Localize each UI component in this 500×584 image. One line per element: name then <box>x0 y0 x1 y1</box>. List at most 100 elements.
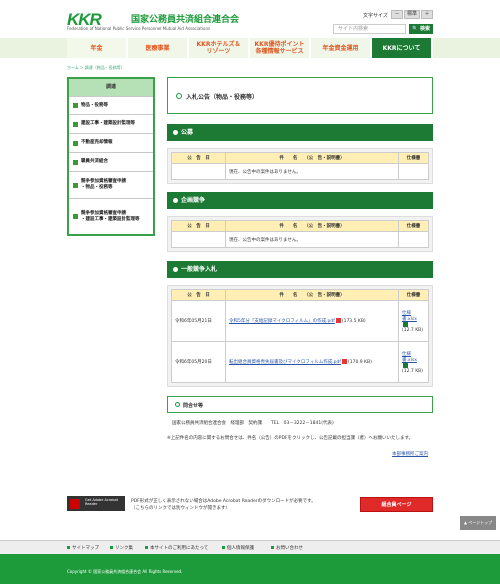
sidebar-item-goods[interactable]: 物品・役務等 <box>69 96 153 114</box>
footer-link-label: お問い合わせ <box>276 546 303 551</box>
col-spec: 仕様書 <box>398 220 429 232</box>
col-spec: 仕様書 <box>398 289 429 301</box>
kikaku-table-wrap: 公 告 日件 名 （公 告・説明書） 仕様書 現在、公告中の案件はありません。 <box>167 216 433 252</box>
page-title-box: 入札公告（物品・役務等） <box>167 77 433 114</box>
square-icon <box>73 159 78 165</box>
header: KKR 国家公務員共済組合連合会 Federation of National … <box>0 0 500 38</box>
bullet-icon <box>173 267 178 272</box>
inquiry-note: ※上記件名の内容に関するお問合せは、件名（公告）のPDFをクリックし、公告記載の… <box>167 436 414 441</box>
adobe-subtext: （こちらのリンクでは別ウィンドウが開きます） <box>131 506 230 511</box>
square-icon <box>73 214 78 219</box>
sidebar: 調達 物品・役務等 建設工事・建築設計監理等 不動産売却情報 職員共済組合 競争… <box>67 77 155 236</box>
section-title: 一般競争入札 <box>181 266 218 273</box>
row-name-cell: 転出組合員資格喪失届書及びマイクロフィルム作成.pdf (170.9 KB) <box>225 341 399 383</box>
adobe-text: PDF形式が正しく表示されない場合はAdobe Acrobat Readerのダ… <box>131 499 316 504</box>
adobe-label: Get Adobe Acrobat Reader <box>85 498 119 506</box>
sidebar-item-realestate[interactable]: 不動産売却情報 <box>69 133 153 152</box>
empty-cell <box>171 163 226 180</box>
nav-iryo[interactable]: 医療事業 <box>128 38 189 58</box>
file-size: (12.7 KB) <box>402 368 423 374</box>
excel-icon <box>403 321 408 327</box>
footer-link-contact[interactable]: お問い合わせ <box>271 545 303 551</box>
font-small-button[interactable]: － <box>391 10 403 19</box>
font-large-button[interactable]: ＋ <box>421 10 433 19</box>
inquiry-contact: 国家公務員共済組合連合会 経理部 契約課 TEL 03－3222－1841(代表… <box>172 421 334 426</box>
sidebar-item-label: 競争参加資格審査申請 ・建設工事・建築設計監理等 <box>81 210 140 222</box>
sidebar-item-label: 不動産売却情報 <box>81 140 113 145</box>
footer-link-sitemap[interactable]: サイトマップ <box>67 545 99 551</box>
spec-xlsx-link[interactable]: 仕様書.xlsx <box>402 352 417 363</box>
nav-points[interactable]: KKR優待ポイント 各種情報サービス <box>250 38 311 58</box>
global-nav: 年金 医療事業 KKRホテルズ＆ リゾーツ KKR優待ポイント 各種情報サービス… <box>67 38 433 58</box>
sidebar-item-label: 物品・役務等 <box>81 102 108 108</box>
sidebar-head: 調達 <box>69 79 153 96</box>
col-date: 公 告 日 <box>171 152 226 164</box>
square-icon <box>73 103 78 108</box>
member-page-button[interactable]: 組合員ページ <box>360 497 433 512</box>
footer-link-privacy[interactable]: 個人情報保護 <box>222 545 254 551</box>
col-name: 件 名 （公 告・説明書） <box>225 289 399 301</box>
square-icon <box>73 121 78 127</box>
font-standard-button[interactable]: 標準 <box>404 10 420 19</box>
row-spec-cell: 仕様書.xlsx (12.7 KB) <box>398 341 429 383</box>
bullet-icon <box>173 198 178 203</box>
square-icon <box>110 546 113 549</box>
circle-icon <box>175 402 180 407</box>
search-button[interactable]: 🔍 検索 <box>409 24 433 34</box>
col-date: 公 告 日 <box>171 289 226 301</box>
section-kikaku-header: 企画競争 <box>167 192 433 209</box>
org-name-en: Federation of National Public Service Pe… <box>67 26 211 31</box>
section-title: 企画競争 <box>181 197 206 204</box>
page-title: 入札公告（物品・役務等） <box>186 94 259 101</box>
spec-xlsx-link[interactable]: 仕様書.xlsx <box>402 311 417 322</box>
notice-pdf-link[interactable]: 転出組合員資格喪失届書及びマイクロフィルム作成.pdf <box>229 360 341 365</box>
sidebar-item-staff[interactable]: 職員共済組合 <box>69 152 153 171</box>
ippan-table: 公 告 日件 名 （公 告・説明書） 仕様書 令和6年05月21日 令和5年分「支… <box>171 289 429 383</box>
office-guide-link[interactable]: 本部事務所ご案内 <box>392 451 428 457</box>
nav-hotels[interactable]: KKRホテルズ＆ リゾーツ <box>189 38 250 58</box>
sidebar-item-qual-goods[interactable]: 競争参加資格審査申請 ・物品・役務等 <box>69 171 153 198</box>
empty-message: 現在、公告中の案件はありません。 <box>225 231 399 248</box>
sidebar-item-qual-construction[interactable]: 競争参加資格審査申請 ・建設工事・建築設計監理等 <box>69 198 153 234</box>
breadcrumb[interactable]: ホーム > 調達（物品・役務等） <box>67 65 125 71</box>
nav-nenkin[interactable]: 年金 <box>67 38 128 58</box>
copyright: Copyright © 国家公務員共済組合連合会 All Rights Rese… <box>0 554 500 584</box>
square-icon <box>145 546 148 549</box>
page-top-button[interactable]: ▲ ページトップ <box>460 516 496 530</box>
excel-icon <box>403 362 408 368</box>
file-size: (12.7 KB) <box>402 327 423 333</box>
org-name-jp: 国家公務員共済組合連合会 <box>131 15 240 25</box>
section-koubo-header: 公募 <box>167 124 433 141</box>
footer-link-label: 本サイトのご利用にあたって <box>150 546 209 551</box>
empty-cell <box>171 231 226 248</box>
inquiry-box: 問合せ等 <box>167 396 433 413</box>
section-ippan-header: 一般競争入札 <box>167 261 433 278</box>
nav-about[interactable]: KKRについて <box>372 38 433 58</box>
adobe-icon <box>70 499 80 509</box>
search-input[interactable]: サイト内検索 <box>333 24 406 34</box>
sidebar-item-construction[interactable]: 建設工事・建築設計監理等 <box>69 114 153 133</box>
pdf-icon <box>335 318 341 323</box>
empty-cell <box>398 163 429 180</box>
row-name-cell: 令和5年分「支給記録マイクロフィルム」の作成.pdf (173.5 KB) <box>225 300 399 342</box>
sidebar-item-label: 職員共済組合 <box>81 159 108 164</box>
empty-message: 現在、公告中の案件はありません。 <box>225 163 399 180</box>
file-size: (173.5 KB) <box>341 319 366 324</box>
koubo-table-wrap: 公 告 日件 名 （公 告・説明書） 仕様書 現在、公告中の案件はありません。 <box>167 148 433 184</box>
notice-pdf-link[interactable]: 令和5年分「支給記録マイクロフィルム」の作成.pdf <box>229 319 335 324</box>
kikaku-table: 公 告 日件 名 （公 告・説明書） 仕様書 現在、公告中の案件はありません。 <box>171 220 429 248</box>
adobe-reader-button[interactable]: Get Adobe Acrobat Reader <box>67 496 125 511</box>
footer-link-usage[interactable]: 本サイトのご利用にあたって <box>145 545 208 551</box>
bullet-icon <box>173 130 178 135</box>
search-button-label: 検索 <box>419 26 430 32</box>
sidebar-item-label: 建設工事・建築設計監理等 <box>81 121 135 126</box>
nav-fund[interactable]: 年金資金運用 <box>311 38 372 58</box>
square-icon <box>222 546 225 549</box>
empty-cell <box>398 231 429 248</box>
footer-links: サイトマップ リンク集 本サイトのご利用にあたって 個人情報保護 お問い合わせ <box>0 540 500 554</box>
footer-link-links[interactable]: リンク集 <box>110 545 133 551</box>
col-name: 件 名 （公 告・説明書） <box>225 220 399 232</box>
pdf-icon <box>341 359 347 364</box>
footer-link-label: サイトマップ <box>72 546 99 551</box>
square-icon <box>73 140 78 146</box>
